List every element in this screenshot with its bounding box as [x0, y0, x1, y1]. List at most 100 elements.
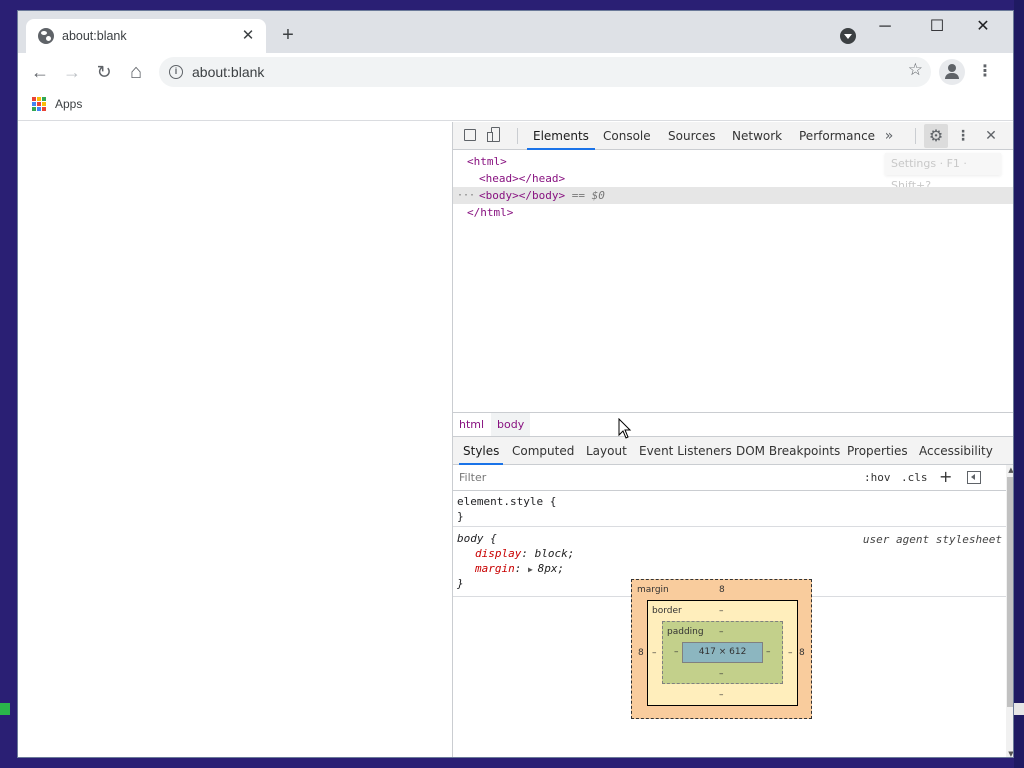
profile-avatar[interactable]	[939, 59, 965, 85]
hov-toggle[interactable]: :hov	[864, 469, 891, 487]
tab-styles[interactable]: Styles	[459, 437, 504, 465]
border-bottom-value[interactable]: –	[719, 690, 724, 700]
property-value: 8px;	[537, 562, 565, 575]
browser-toolbar: ← → ↻ ⌂ i about:blank ☆ ⋮	[18, 53, 1013, 91]
tab-event-listeners[interactable]: Event Listeners	[635, 437, 736, 465]
box-model-border[interactable]: border – – – – padding – – – – 417 × 612	[647, 600, 798, 706]
tab-accessibility[interactable]: Accessibility	[915, 437, 997, 465]
dom-node-html-close[interactable]: </html>	[453, 204, 1013, 221]
tab-layout[interactable]: Layout	[582, 437, 631, 465]
tab-properties[interactable]: Properties	[843, 437, 912, 465]
inspect-element-icon[interactable]	[464, 129, 476, 141]
tab-title: about:blank	[62, 29, 127, 43]
tab-dom-breakpoints[interactable]: DOM Breakpoints	[732, 437, 844, 465]
toggle-sidebar-icon[interactable]	[967, 471, 981, 484]
close-window-button[interactable]: ✕	[963, 15, 1003, 39]
url-text[interactable]: about:blank	[192, 64, 264, 80]
devtools-menu-icon[interactable]: ⋮	[951, 124, 975, 148]
page-content[interactable]	[18, 122, 452, 757]
padding-label: padding	[667, 627, 704, 637]
tab-performance[interactable]: Performance	[793, 122, 881, 150]
tab-search-icon[interactable]	[840, 28, 856, 44]
forward-button[interactable]: →	[59, 59, 85, 85]
breadcrumb-html[interactable]: html	[453, 413, 490, 436]
info-icon[interactable]: i	[169, 65, 183, 79]
dom-node-body[interactable]: ··· <body></body> == $0	[453, 187, 1013, 204]
border-top-value[interactable]: –	[719, 606, 724, 616]
scroll-up-icon[interactable]: ▲	[1006, 465, 1013, 475]
border-label: border	[652, 606, 682, 616]
rule-source[interactable]: user agent stylesheet	[863, 533, 1002, 546]
box-model-content[interactable]: 417 × 612	[682, 642, 763, 663]
maximize-button[interactable]: ☐	[917, 15, 957, 39]
desktop-edge	[1014, 0, 1024, 768]
border-right-value[interactable]: –	[788, 648, 793, 658]
reload-button[interactable]: ↻	[91, 59, 117, 85]
address-bar[interactable]: i about:blank ☆	[159, 57, 931, 87]
margin-top-value[interactable]: 8	[719, 585, 725, 595]
dom-tree: <html> <head></head> ··· <body></body> ==…	[453, 151, 1013, 411]
tab-sources[interactable]: Sources	[662, 122, 721, 150]
dom-node-text: <head></head>	[479, 172, 566, 185]
margin-left-value[interactable]: 8	[638, 648, 644, 658]
close-devtools-icon[interactable]: ✕	[979, 124, 1003, 148]
property-display[interactable]: display: block;	[453, 546, 1006, 561]
element-style-rule[interactable]: element.style { }	[453, 494, 1006, 527]
toolbar-divider-right	[915, 128, 916, 144]
scroll-thumb[interactable]	[1007, 477, 1013, 707]
styles-tab-bar: Styles Computed Layout Event Listeners D…	[453, 437, 1013, 465]
dom-node-html[interactable]: <html>	[453, 153, 1013, 170]
scroll-down-icon[interactable]: ▼	[1006, 749, 1013, 757]
rule-close: }	[457, 510, 464, 523]
breadcrumb: html body	[453, 412, 1013, 437]
breadcrumb-body[interactable]: body	[491, 413, 531, 436]
apps-grid-dot	[32, 102, 36, 106]
padding-top-value[interactable]: –	[719, 627, 724, 637]
apps-grid-dot	[42, 102, 46, 106]
styles-scrollbar[interactable]: ▲ ▼	[1006, 465, 1013, 757]
home-button[interactable]: ⌂	[123, 59, 149, 85]
border-left-value[interactable]: –	[652, 648, 657, 658]
more-tabs-icon[interactable]: »	[877, 124, 901, 148]
browser-tab[interactable]: about:blank ✕	[26, 19, 266, 53]
tab-console[interactable]: Console	[597, 122, 657, 150]
apps-grid-icon	[32, 97, 46, 111]
bookmark-star-icon[interactable]: ☆	[908, 60, 923, 80]
padding-right-value[interactable]: –	[766, 647, 771, 657]
dom-node-head[interactable]: <head></head>	[453, 170, 1013, 187]
tab-computed[interactable]: Computed	[508, 437, 578, 465]
desktop-marker-right	[1014, 703, 1024, 715]
apps-grid-dot	[32, 97, 36, 101]
new-tab-button[interactable]: +	[276, 23, 300, 47]
rule-selector: element.style {	[457, 495, 557, 508]
tab-elements[interactable]: Elements	[527, 122, 595, 150]
margin-right-value[interactable]: 8	[799, 648, 805, 658]
expand-triangle-icon[interactable]: ▶	[528, 565, 538, 574]
tab-close-icon[interactable]: ✕	[240, 28, 256, 44]
tab-network[interactable]: Network	[726, 122, 788, 150]
apps-grid-dot	[37, 97, 41, 101]
gear-icon[interactable]: ⚙	[924, 124, 948, 148]
apps-label: Apps	[55, 97, 83, 111]
minimize-button[interactable]: ─	[865, 15, 905, 39]
browser-window: about:blank ✕ + ─ ☐ ✕ ← → ↻ ⌂ i about:bl…	[17, 10, 1014, 758]
styles-filter-input[interactable]: Filter	[459, 469, 849, 487]
box-model-padding[interactable]: padding – – – – 417 × 612	[662, 621, 783, 684]
desktop-marker	[0, 703, 10, 715]
padding-left-value[interactable]: –	[674, 647, 679, 657]
padding-bottom-value[interactable]: –	[719, 669, 724, 679]
back-button[interactable]: ←	[27, 59, 53, 85]
cls-toggle[interactable]: .cls	[901, 469, 928, 487]
browser-menu-button[interactable]: ⋮	[972, 59, 998, 85]
add-rule-button[interactable]: +	[939, 467, 952, 486]
selected-node-marker: == $0	[565, 189, 605, 202]
dom-node-text: <html>	[467, 155, 507, 168]
margin-label: margin	[637, 585, 669, 595]
box-model-margin[interactable]: margin 8 8 8 border – – – – padding – –	[631, 579, 812, 719]
node-menu-icon[interactable]: ···	[457, 187, 475, 204]
property-value: block;	[534, 547, 575, 560]
apps-grid-dot	[32, 107, 36, 111]
apps-shortcut[interactable]: Apps	[32, 97, 82, 111]
property-margin[interactable]: margin: ▶ 8px;	[453, 561, 1006, 576]
apps-grid-dot	[42, 97, 46, 101]
